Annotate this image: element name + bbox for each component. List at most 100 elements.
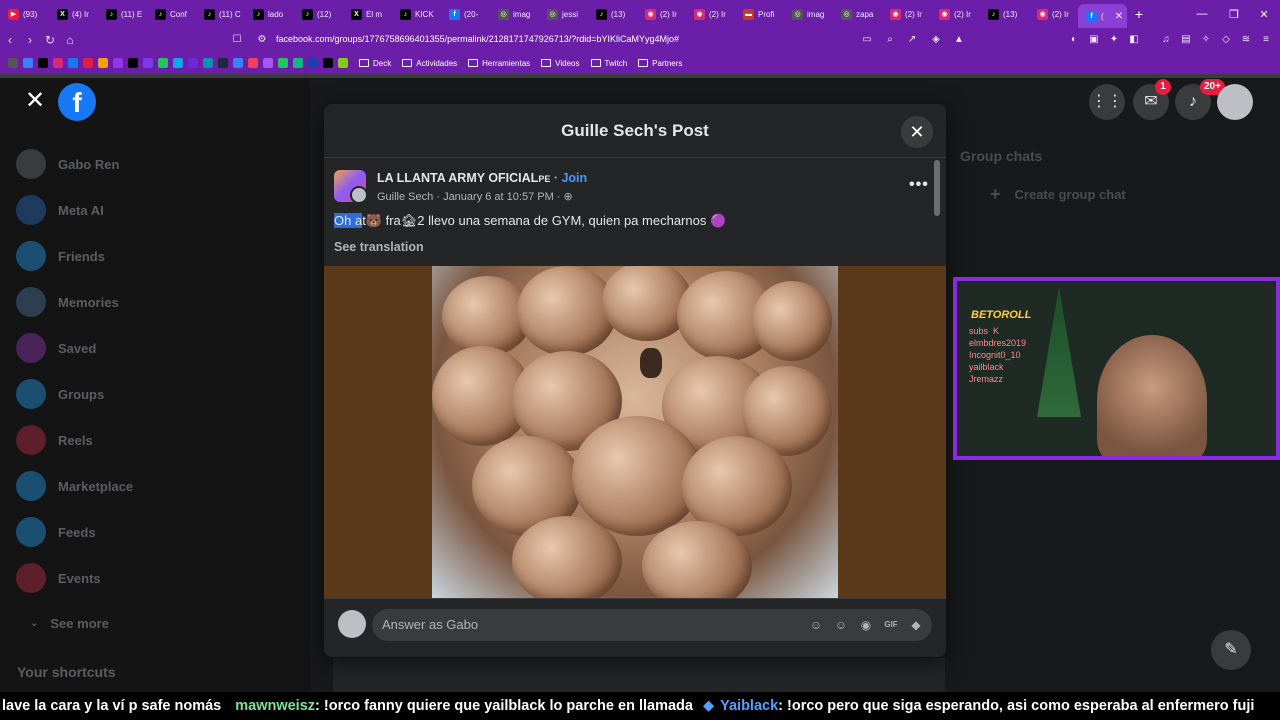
post-image[interactable] — [432, 266, 838, 598]
extensions-puzzle-icon[interactable]: ✦ — [1108, 34, 1120, 46]
window-close-icon[interactable]: ✕ — [1248, 0, 1280, 28]
bookmark-icon[interactable] — [53, 58, 63, 68]
bookmark-icon[interactable]: ☐ — [231, 34, 243, 46]
bookmark-icon[interactable] — [293, 58, 303, 68]
browser-tab[interactable]: ♪ lado — [245, 0, 294, 28]
bookmark-folder[interactable]: Actividades — [402, 59, 457, 68]
bookmark-icon[interactable] — [68, 58, 78, 68]
group-name-link[interactable]: LA LLANTA ARMY OFICIAL — [377, 171, 538, 185]
bookmark-icon[interactable] — [83, 58, 93, 68]
scrollbar[interactable] — [934, 160, 940, 216]
join-button[interactable]: Join — [561, 171, 587, 185]
bookmark-icon[interactable] — [23, 58, 33, 68]
bookmark-icon[interactable] — [113, 58, 123, 68]
browser-tab[interactable]: f (✕ — [1078, 4, 1127, 28]
sidebar-toggle-icon[interactable]: ◧ — [1128, 34, 1140, 46]
see-translation-link[interactable]: See translation — [334, 240, 424, 254]
browser-tab[interactable]: f (20- — [441, 0, 490, 28]
bookmark-icon[interactable] — [173, 58, 183, 68]
post-date-link[interactable]: January 6 at 10:57 PM — [443, 191, 554, 203]
dialog-close-button[interactable]: ✕ — [901, 116, 933, 148]
bookmark-icon[interactable] — [323, 58, 333, 68]
browser-tab[interactable]: ◎ imag — [784, 0, 833, 28]
bookmark-folder[interactable]: Deck — [359, 59, 391, 68]
browser-tab[interactable]: X (4) Ir — [49, 0, 98, 28]
extension-icon[interactable]: ▣ — [1088, 34, 1100, 46]
sidebar-item-friends[interactable]: Friends — [16, 239, 105, 273]
avatar-sticker-icon[interactable]: ☺ — [808, 617, 824, 633]
bookmark-icon[interactable] — [338, 58, 348, 68]
new-tab-icon[interactable]: + — [1127, 6, 1151, 22]
extension-icon[interactable]: ◐ — [1068, 34, 1080, 46]
create-group-chat-button[interactable]: + Create group chat — [990, 184, 1270, 205]
bookmark-folder[interactable]: Herramientas — [468, 59, 530, 68]
maximize-icon[interactable]: ❐ — [1218, 0, 1250, 28]
emoji-icon[interactable]: ☺ — [833, 617, 849, 633]
bookmark-icon[interactable] — [128, 58, 138, 68]
browser-tab[interactable]: ◉ (2) Ir — [931, 0, 980, 28]
browser-tab[interactable]: ♪ (12) — [294, 0, 343, 28]
browser-tab[interactable]: ▬ Profi — [735, 0, 784, 28]
bookmark-icon[interactable] — [278, 58, 288, 68]
browser-tab[interactable]: ♪ (11) C — [196, 0, 245, 28]
custom-icon[interactable]: ≋ — [1240, 34, 1252, 46]
gif-icon[interactable]: GIF — [883, 617, 899, 633]
sidebar-item-saved[interactable]: Saved — [16, 331, 96, 365]
back-icon[interactable]: ‹ — [0, 33, 20, 47]
bookmark-folder[interactable]: Partners — [638, 59, 682, 68]
see-more-link[interactable]: ⌄ See more — [30, 606, 109, 640]
facebook-logo-icon[interactable]: f — [58, 83, 96, 121]
url-field[interactable]: facebook.com/groups/1776758696401355/per… — [276, 34, 679, 44]
media-icon[interactable]: ♫ — [1160, 34, 1172, 46]
site-info-icon[interactable]: ⚙ — [256, 34, 268, 46]
home-icon[interactable]: ⌂ — [60, 33, 80, 47]
bookmark-icon[interactable] — [143, 58, 153, 68]
new-message-icon[interactable]: ✎ — [1211, 630, 1251, 670]
profile-avatar[interactable] — [1217, 84, 1253, 120]
share-icon[interactable]: ↗ — [906, 34, 918, 46]
sticker-icon[interactable]: ◆ — [908, 617, 924, 633]
bookmark-icon[interactable] — [308, 58, 318, 68]
menu-grid-icon[interactable]: ⋮⋮ — [1089, 84, 1125, 120]
forward-icon[interactable]: › — [20, 33, 40, 47]
bookmark-icon[interactable] — [38, 58, 48, 68]
minimize-icon[interactable]: — — [1186, 0, 1218, 28]
vpn-icon[interactable]: ◇ — [1220, 34, 1232, 46]
brave-shield-icon[interactable]: ◈ — [930, 34, 942, 46]
bookmark-icon[interactable] — [248, 58, 258, 68]
bookmark-icon[interactable] — [188, 58, 198, 68]
bookmark-folder[interactable]: Videos — [541, 59, 580, 68]
browser-tab[interactable]: ♪ (11) E — [98, 0, 147, 28]
author-avatar[interactable] — [350, 186, 368, 204]
browser-tab[interactable]: ◉ (2) Ir — [1029, 0, 1078, 28]
browser-tab[interactable]: ♪ (13) — [980, 0, 1029, 28]
bookmark-icon[interactable] — [263, 58, 273, 68]
browser-tab[interactable]: ♪ KICK — [392, 0, 441, 28]
browser-tab[interactable]: ♪ Conf — [147, 0, 196, 28]
bookmark-icon[interactable] — [203, 58, 213, 68]
sidebar-item-gabo-ren[interactable]: Gabo Ren — [16, 147, 119, 181]
bookmark-icon[interactable] — [98, 58, 108, 68]
sidebar-item-reels[interactable]: Reels — [16, 423, 93, 457]
sidebar-item-memories[interactable]: Memories — [16, 285, 119, 319]
browser-tab[interactable]: X El m — [343, 0, 392, 28]
browser-tab[interactable]: ◎ zapa — [833, 0, 882, 28]
browser-tab[interactable]: ◉ (2) Ir — [686, 0, 735, 28]
browser-tab[interactable]: ◎ jessi — [539, 0, 588, 28]
rewards-icon[interactable]: ▲ — [953, 34, 965, 46]
post-image-frame[interactable] — [324, 266, 946, 598]
menu-icon[interactable]: ≡ — [1260, 34, 1272, 46]
reload-icon[interactable]: ↻ — [40, 33, 60, 47]
browser-tab[interactable]: ◉ (2) Ir — [637, 0, 686, 28]
sidebar-item-groups[interactable]: Groups — [16, 377, 104, 411]
leo-icon[interactable]: ✧ — [1200, 34, 1212, 46]
more-options-icon[interactable]: ••• — [909, 176, 929, 194]
browser-tab[interactable]: ◎ imag — [490, 0, 539, 28]
bookmark-folder[interactable]: Twitch — [590, 59, 627, 68]
sidebar-item-feeds[interactable]: Feeds — [16, 515, 96, 549]
browser-tab[interactable]: ▶ (93) — [0, 0, 49, 28]
camera-icon[interactable]: ◉ — [858, 617, 874, 633]
sidebar-item-meta-ai[interactable]: Meta AI — [16, 193, 104, 227]
cast-icon[interactable]: ▭ — [861, 34, 873, 46]
browser-tab[interactable]: ♪ (13) — [588, 0, 637, 28]
